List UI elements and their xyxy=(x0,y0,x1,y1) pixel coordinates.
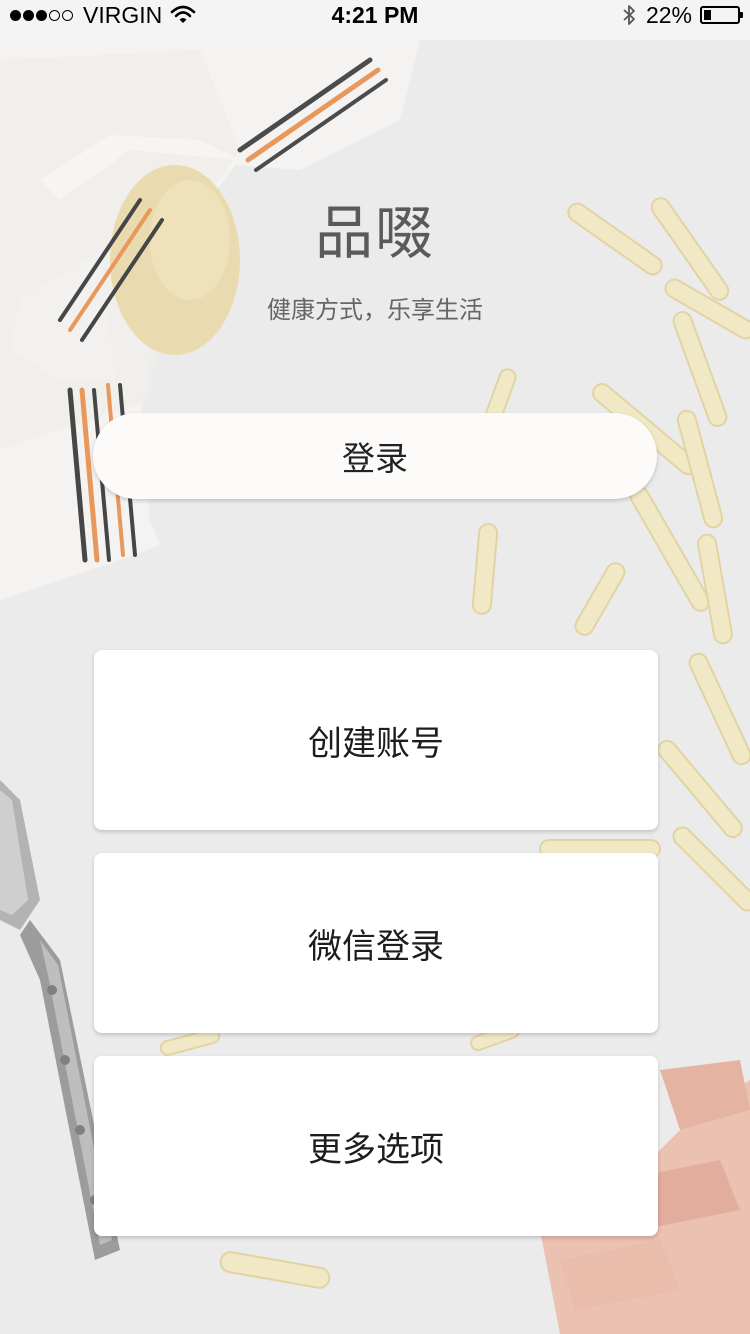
welcome-screen: VIRGIN 4:21 PM 22% 品啜 健康方式，乐享生活 登录 创建账号 … xyxy=(0,0,750,1334)
create-account-button[interactable]: 创建账号 xyxy=(94,650,658,830)
login-button[interactable]: 登录 xyxy=(93,413,657,499)
battery-fill xyxy=(704,10,711,20)
signal-dot xyxy=(10,9,21,21)
more-options-button[interactable]: 更多选项 xyxy=(94,1056,658,1236)
signal-dot-empty xyxy=(49,9,60,21)
app-title: 品啜 xyxy=(314,199,435,267)
signal-dot xyxy=(23,9,34,21)
wifi-icon xyxy=(170,5,196,23)
status-right: 22% xyxy=(622,0,743,30)
carrier-name: VIRGIN xyxy=(83,1,163,28)
status-bar: VIRGIN 4:21 PM 22% xyxy=(0,0,750,40)
status-left: VIRGIN xyxy=(10,0,196,30)
signal-dots-icon xyxy=(10,9,75,21)
bluetooth-icon xyxy=(623,5,635,25)
battery-icon xyxy=(700,6,743,24)
app-slogan: 健康方式，乐享生活 xyxy=(267,296,483,324)
signal-dot-empty xyxy=(62,9,73,21)
wechat-login-button[interactable]: 微信登录 xyxy=(94,853,658,1033)
signal-dot xyxy=(36,9,47,21)
battery-percent: 22% xyxy=(645,1,692,28)
